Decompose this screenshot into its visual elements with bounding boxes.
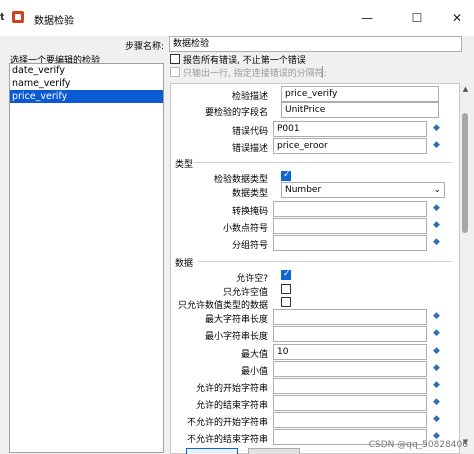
- min-val-input[interactable]: [273, 361, 427, 377]
- variable-icon[interactable]: ◆: [433, 329, 442, 338]
- verify-list[interactable]: date_verify name_verify price_verify: [9, 63, 164, 453]
- maximize-button[interactable]: ☐: [402, 8, 432, 28]
- chevron-down-icon: ⌄: [433, 185, 441, 195]
- minimize-button[interactable]: —: [352, 8, 382, 28]
- output-one-row-label: 只输出一行, 指定连接错误的分隔符:: [183, 69, 327, 79]
- variable-icon[interactable]: ◆: [433, 204, 442, 213]
- data-section-divider: [198, 261, 452, 262]
- variable-icon[interactable]: ◆: [433, 398, 442, 407]
- variable-icon[interactable]: ◆: [433, 124, 442, 133]
- error-code-input[interactable]: P001: [273, 121, 427, 137]
- data-section-title: 数据: [175, 259, 194, 269]
- verify-desc-label: 检验描述: [231, 92, 268, 102]
- error-desc-input[interactable]: price_eroor: [273, 138, 427, 154]
- max-len-label: 最大字符串长度: [204, 315, 268, 325]
- type-section-title: 类型: [175, 160, 194, 170]
- decimal-label: 小数点符号: [222, 224, 268, 234]
- disallow-start-input[interactable]: [273, 412, 427, 428]
- error-desc-label: 错误描述: [231, 144, 268, 154]
- variable-icon[interactable]: ◆: [433, 141, 442, 150]
- type-section-divider: [194, 162, 452, 163]
- allow-start-input[interactable]: [273, 378, 427, 394]
- list-item[interactable]: name_verify: [10, 77, 163, 90]
- min-val-label: 最小值: [240, 367, 268, 377]
- conv-mask-input[interactable]: [273, 201, 427, 217]
- conv-mask-label: 转换掩码: [231, 207, 268, 217]
- max-val-input[interactable]: 10: [273, 344, 427, 360]
- verify-desc-input[interactable]: price_verify: [281, 86, 439, 102]
- cancel-button-edge[interactable]: [248, 448, 300, 454]
- field-name-label: 要检验的字段名: [204, 108, 268, 118]
- decimal-input[interactable]: [273, 218, 427, 234]
- data-type-label: 数据类型: [231, 189, 268, 199]
- report-all-label: 报告所有错误, 不止第一个错误: [183, 56, 306, 66]
- background-window-edge: ti: [0, 12, 4, 23]
- allow-null-label: 允许空?: [236, 274, 268, 284]
- data-type-select[interactable]: Number ⌄: [281, 182, 445, 198]
- min-len-label: 最小字符串长度: [204, 332, 268, 342]
- data-type-value: Number: [285, 185, 322, 195]
- watermark: CSDN @qq_50828406: [368, 440, 468, 450]
- output-one-row-checkbox[interactable]: [170, 67, 180, 77]
- step-name-label: 步骤名称:: [125, 42, 165, 52]
- disallow-end-label: 不允许的结束字符串: [186, 435, 268, 445]
- allow-end-input[interactable]: [273, 395, 427, 411]
- ok-button-edge[interactable]: [186, 448, 238, 454]
- variable-icon[interactable]: ◆: [433, 312, 442, 321]
- grouping-label: 分组符号: [231, 241, 268, 251]
- variable-icon[interactable]: ◆: [433, 415, 442, 424]
- close-button[interactable]: ✕: [442, 8, 472, 28]
- separator-input-edge: [322, 66, 323, 78]
- variable-icon[interactable]: ◆: [433, 364, 442, 373]
- window-title: 数据检验: [34, 16, 74, 27]
- variable-icon[interactable]: ◆: [433, 221, 442, 230]
- variable-icon[interactable]: ◆: [433, 238, 442, 247]
- max-len-input[interactable]: [273, 309, 427, 325]
- allow-start-label: 允许的开始字符串: [195, 384, 268, 394]
- verify-type-label: 检验数据类型: [213, 175, 268, 185]
- variable-icon[interactable]: ◆: [433, 381, 442, 390]
- error-code-label: 错误代码: [231, 127, 268, 137]
- scroll-up-icon[interactable]: ▲: [461, 85, 470, 94]
- only-null-checkbox[interactable]: [281, 284, 291, 294]
- report-all-checkbox[interactable]: [170, 54, 180, 64]
- field-name-input[interactable]: UnitPrice: [281, 102, 439, 118]
- disallow-start-label: 不允许的开始字符串: [186, 418, 268, 428]
- step-name-input[interactable]: 数据检验: [169, 36, 462, 52]
- min-len-input[interactable]: [273, 326, 427, 342]
- variable-icon[interactable]: ◆: [433, 347, 442, 356]
- only-numeric-checkbox[interactable]: [281, 297, 291, 307]
- only-null-label: 只允许空值: [222, 288, 268, 298]
- list-item[interactable]: date_verify: [10, 64, 163, 77]
- max-val-label: 最大值: [240, 350, 268, 360]
- app-icon: [12, 11, 24, 23]
- list-item[interactable]: price_verify: [10, 90, 163, 103]
- allow-end-label: 允许的结束字符串: [195, 401, 268, 411]
- only-numeric-label: 只允许数值类型的数据: [177, 301, 268, 311]
- grouping-input[interactable]: [273, 235, 427, 251]
- verify-type-checkbox[interactable]: [281, 170, 291, 181]
- scrollbar-thumb[interactable]: [462, 113, 468, 233]
- allow-null-checkbox[interactable]: [281, 269, 291, 280]
